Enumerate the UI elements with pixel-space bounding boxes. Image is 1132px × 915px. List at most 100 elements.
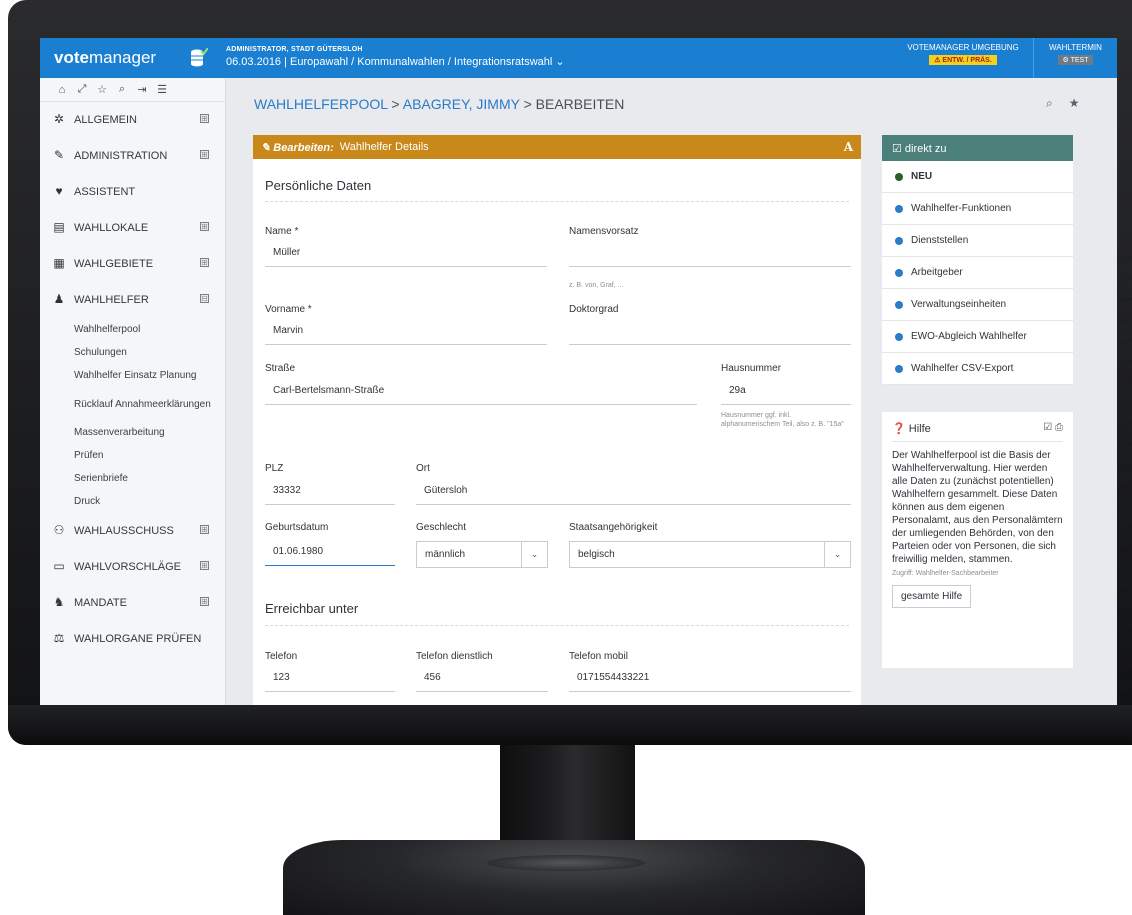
bullet-icon: [895, 365, 903, 373]
map-icon: ▦: [53, 256, 65, 270]
gesamte-hilfe-button[interactable]: gesamte Hilfe: [892, 585, 972, 608]
telefon-mobil-field[interactable]: 0171554433221: [569, 668, 851, 692]
logo-rest: manager: [88, 48, 157, 67]
sidebar-item-wahlgebiete[interactable]: ▦ WAHLGEBIETE ⊞: [40, 246, 225, 282]
expand-plus-icon[interactable]: ⊞: [200, 525, 209, 534]
sidebar-subitem-schulungen[interactable]: Schulungen: [40, 341, 225, 364]
sidebar-item-mandate[interactable]: ♞ MANDATE ⊞: [40, 585, 225, 621]
logout-icon[interactable]: ⇥: [132, 83, 152, 96]
geburtsdatum-field[interactable]: 01.06.1980: [265, 542, 395, 566]
sidebar-item-wahlorgane-pruefen[interactable]: ⚖ WAHLORGANE PRÜFEN: [40, 621, 225, 657]
expand-icon[interactable]: ⤢: [72, 83, 92, 96]
hausnummer-field[interactable]: 29a: [721, 381, 851, 405]
sidebar-item-label: ADMINISTRATION: [74, 150, 168, 162]
namensvorsatz-field[interactable]: [569, 243, 851, 267]
search-icon[interactable]: ⌕: [112, 83, 132, 96]
sidebar-subitem-wahlhelferpool[interactable]: Wahlhelferpool: [40, 318, 225, 341]
link-verwaltungseinheiten[interactable]: Verwaltungseinheiten: [882, 289, 1073, 321]
section-divider: [265, 201, 849, 202]
sidebar-item-wahlausschuss[interactable]: ⚇ WAHLAUSSCHUSS ⊞: [40, 513, 225, 549]
sidebar-item-allgemein[interactable]: ✲ ALLGEMEIN ⊞: [40, 102, 225, 138]
expand-plus-icon[interactable]: ⊞: [200, 222, 209, 231]
sidebar-subitem-ruecklauf[interactable]: Rücklauf Annahmeerklärungen: [40, 387, 225, 421]
search-icon[interactable]: ⌕: [1046, 96, 1053, 110]
sidebar-subitem-pruefen[interactable]: Prüfen: [40, 444, 225, 467]
home-icon[interactable]: ⌂: [52, 84, 72, 96]
plz-field[interactable]: 33332: [265, 481, 395, 505]
staatsangehoerigkeit-label: Staatsangehörigkeit: [569, 522, 658, 533]
telefon-dienstlich-field[interactable]: 456: [416, 668, 548, 692]
strasse-field[interactable]: Carl-Bertelsmann-Straße: [265, 381, 697, 405]
sidebar-subitem-massenverarbeitung[interactable]: Massenverarbeitung: [40, 421, 225, 444]
sidebar-toolbar: ⌂ ⤢ ☆ ⌕ ⇥ ☰: [40, 78, 225, 102]
wahltermin-selector[interactable]: WAHLTERMIN ⚙ TEST: [1033, 38, 1117, 78]
sidebar-item-wahlhelfer[interactable]: ♟ WAHLHELFER ⊟: [40, 282, 225, 318]
monitor-frame: vote manager ADMINISTRATOR, STADT GÜTERSL…: [0, 0, 1132, 915]
sidebar-item-administration[interactable]: ✎ ADMINISTRATION ⊞: [40, 138, 225, 174]
environment-badge: ⚠ ENTW. / PRÄS.: [929, 55, 997, 65]
link-wahlhelfer-funktionen[interactable]: Wahlhelfer-Funktionen: [882, 193, 1073, 225]
star-icon[interactable]: ★: [1069, 96, 1080, 110]
hilfe-panel: ❓ Hilfe ☑ ⎙ Der Wahlhelferpool ist die B…: [882, 412, 1073, 668]
context-selector[interactable]: ADMINISTRATOR, STADT GÜTERSLOH 06.03.201…: [226, 44, 565, 68]
chevron-down-icon: ⌄: [824, 542, 850, 567]
doktorgrad-field[interactable]: [569, 321, 851, 345]
expand-plus-icon[interactable]: ⊞: [200, 258, 209, 267]
collapse-minus-icon[interactable]: ⊟: [200, 294, 209, 303]
sidebar: ⌂ ⤢ ☆ ⌕ ⇥ ☰ ✲ ALLGEMEIN ⊞ ✎ ADMINISTRATION ⊞…: [40, 78, 226, 705]
sidebar-item-wahllokale[interactable]: ▤ WAHLLOKALE ⊞: [40, 210, 225, 246]
geschlecht-label: Geschlecht: [416, 522, 467, 533]
admin-user: ADMINISTRATOR, STADT GÜTERSLOH: [226, 46, 363, 53]
vorname-field[interactable]: Marvin: [265, 321, 547, 345]
scrollbar[interactable]: [1106, 78, 1117, 705]
ort-field[interactable]: Gütersloh: [416, 481, 851, 505]
link-neu[interactable]: NEU: [882, 161, 1073, 193]
font-size-icon[interactable]: A: [844, 140, 853, 154]
telefon-field[interactable]: 123: [265, 668, 395, 692]
menu-icon[interactable]: ☰: [152, 83, 172, 96]
bullet-icon: [895, 333, 903, 341]
namensvorsatz-hint: z. B. von, Graf, ...: [569, 282, 624, 289]
expand-plus-icon[interactable]: ⊞: [200, 150, 209, 159]
heartbeat-icon: ♥: [55, 184, 63, 198]
link-ewo-abgleich[interactable]: EWO-Abgleich Wahlhelfer: [882, 321, 1073, 353]
link-label: Wahlhelfer-Funktionen: [911, 203, 1012, 214]
expand-plus-icon[interactable]: ⊞: [200, 597, 209, 606]
sidebar-item-assistent[interactable]: ♥ ASSISTENT: [40, 174, 225, 210]
sidebar-item-wahlvorschlaege[interactable]: ▭ WAHLVORSCHLÄGE ⊞: [40, 549, 225, 585]
telefon-label: Telefon: [265, 651, 298, 662]
sidebar-item-label: WAHLGEBIETE: [74, 258, 154, 270]
breadcrumb: WAHLHELFERPOOL > ABAGREY, JIMMY > BEARBE…: [254, 96, 624, 112]
election-context: 06.03.2016 | Europawahl / Kommunalwahlen…: [226, 56, 565, 68]
name-field[interactable]: Müller: [265, 243, 547, 267]
breadcrumb-separator: >: [387, 96, 403, 112]
direkt-zu-header: ☑ direkt zu: [882, 135, 1073, 161]
sidebar-subitem-serienbriefe[interactable]: Serienbriefe: [40, 467, 225, 490]
section-erreichbar-unter: Erreichbar unter: [265, 601, 359, 616]
link-label: NEU: [911, 171, 933, 182]
geschlecht-value: männlich: [425, 549, 466, 560]
star-icon[interactable]: ☆: [92, 83, 112, 96]
sidebar-item-label: WAHLAUSSCHUSS: [74, 525, 174, 537]
bullet-icon: [895, 237, 903, 245]
bullet-icon: [895, 301, 903, 309]
link-arbeitgeber[interactable]: Arbeitgeber: [882, 257, 1073, 289]
staatsangehoerigkeit-select[interactable]: belgisch ⌄: [569, 541, 851, 568]
link-csv-export[interactable]: Wahlhelfer CSV-Export: [882, 353, 1073, 385]
bullet-icon: [895, 269, 903, 277]
geschlecht-select[interactable]: männlich ⌄: [416, 541, 548, 568]
panel-header-title: Wahlhelfer Details: [339, 141, 429, 153]
bullet-icon: [895, 173, 903, 181]
sidebar-subitem-druck[interactable]: Druck: [40, 490, 225, 513]
wahltermin-label: WAHLTERMIN: [1049, 43, 1102, 52]
link-dienststellen[interactable]: Dienststellen: [882, 225, 1073, 257]
database-check-icon[interactable]: [190, 48, 208, 68]
namensvorsatz-label: Namensvorsatz: [569, 226, 639, 237]
external-print-icons[interactable]: ☑ ⎙: [1043, 422, 1063, 433]
breadcrumb-person[interactable]: ABAGREY, JIMMY: [403, 96, 520, 112]
expand-plus-icon[interactable]: ⊞: [200, 114, 209, 123]
breadcrumb-wahlhelferpool[interactable]: WAHLHELFERPOOL: [254, 96, 388, 112]
sidebar-subitem-einsatz-planung[interactable]: Wahlhelfer Einsatz Planung: [40, 364, 225, 387]
monitor-bezel-bottom: [8, 705, 1132, 745]
expand-plus-icon[interactable]: ⊞: [200, 561, 209, 570]
